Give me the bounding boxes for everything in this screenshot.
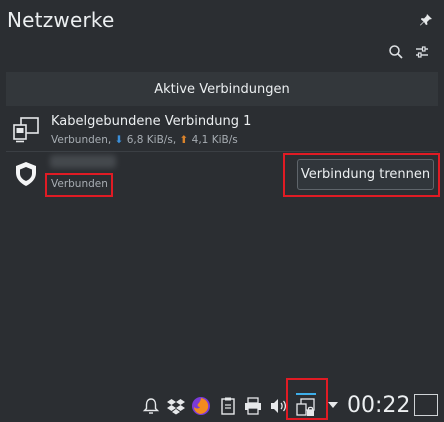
wired-network-icon	[13, 117, 39, 143]
connection-item-wired[interactable]: Kabelgebundene Verbindung 1 Verbunden, ⬇…	[0, 108, 444, 152]
pin-icon[interactable]	[418, 12, 434, 28]
configure-icon[interactable]	[413, 43, 431, 61]
connection-name: Kabelgebundene Verbindung 1	[51, 114, 252, 129]
volume-icon[interactable]	[268, 396, 288, 416]
download-arrow-icon: ⬇	[114, 134, 124, 146]
printer-icon[interactable]	[243, 396, 263, 416]
upload-arrow-icon: ⬆	[179, 134, 189, 146]
expand-tray-icon[interactable]	[328, 401, 338, 409]
active-indicator	[296, 393, 316, 395]
clock[interactable]: 00:22	[347, 393, 410, 418]
show-desktop-button[interactable]	[414, 394, 438, 416]
download-rate: 6,8 KiB/s	[126, 134, 173, 146]
connection-status-text: Verbunden,	[51, 134, 112, 146]
notifications-icon[interactable]	[141, 396, 161, 416]
highlight-box-disconnect	[283, 153, 440, 197]
active-connections-header: Aktive Verbindungen	[6, 72, 438, 106]
connection-name-redacted	[50, 155, 116, 168]
connection-status: Verbunden, ⬇ 6,8 KiB/s, ⬆ 4,1 KiB/s	[51, 134, 238, 146]
shield-icon	[16, 162, 36, 186]
firefox-icon[interactable]	[191, 396, 211, 416]
active-connections-label: Aktive Verbindungen	[154, 81, 290, 97]
highlight-box-status	[45, 173, 113, 197]
upload-rate: 4,1 KiB/s	[191, 134, 238, 146]
search-icon[interactable]	[387, 43, 405, 61]
page-title: Netzwerke	[7, 8, 115, 32]
dropbox-icon[interactable]	[166, 396, 186, 416]
clipboard-icon[interactable]	[218, 396, 238, 416]
network-icon[interactable]	[296, 398, 316, 418]
